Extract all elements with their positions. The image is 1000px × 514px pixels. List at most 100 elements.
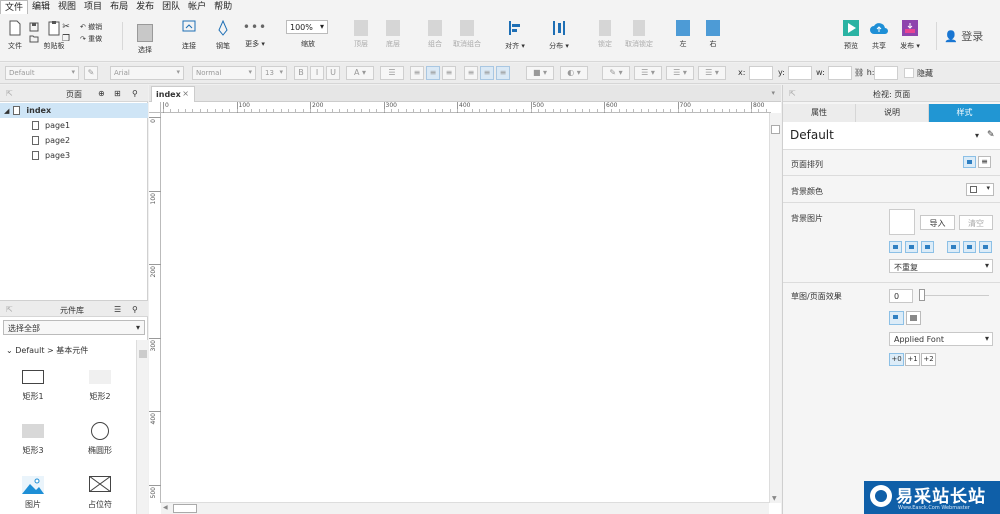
publish-button[interactable]: 发布 ▾ [898,20,922,51]
menu-account[interactable]: 帐户 [184,0,210,14]
login-button[interactable]: 👤 登录 [944,28,988,44]
bg-pos-top-left-button[interactable] [889,241,902,253]
h-input[interactable] [874,66,898,80]
menu-view[interactable]: 视图 [54,0,80,14]
file-button[interactable]: 文件 [6,20,24,51]
grayscale-mode-button[interactable] [906,311,921,325]
page-align-left-button[interactable] [963,156,976,168]
library-group-header[interactable]: ⌄ Default > 基本元件 [6,345,88,356]
lock-ratio-icon[interactable]: ⛓ [854,68,864,77]
search-icon[interactable]: ⚲ [132,305,138,314]
widget-rect2[interactable]: 矩形2 [70,370,130,402]
scroll-thumb[interactable] [771,125,780,134]
bg-pos-top-right-button[interactable] [921,241,934,253]
tab-properties[interactable]: 属性 [783,104,856,122]
align-button[interactable]: 对齐 ▾ [502,20,528,51]
text-color-button[interactable]: A ▾ [346,66,374,80]
arrow-style-button[interactable]: ☰ ▾ [698,66,726,80]
send-to-bottom-button[interactable]: 底层 [380,20,406,49]
bring-to-top-button[interactable]: 顶层 [348,20,374,49]
menu-icon[interactable]: ☰ [114,305,121,314]
import-button[interactable]: 导入 [920,215,955,230]
bg-pos-middle-left-button[interactable] [947,241,960,253]
unlock-button[interactable]: 取消锁定 [622,20,656,49]
line-style-button[interactable]: ☰ ▾ [666,66,694,80]
bg-pos-middle-center-button[interactable] [963,241,976,253]
cut-icon-button[interactable]: ✂ [60,22,72,32]
tab-index[interactable]: index × [151,86,195,102]
tab-style[interactable]: 样式 [929,104,1000,122]
canvas-area[interactable] [149,85,781,514]
bg-image-preview[interactable] [889,209,915,235]
page-item-page2[interactable]: page2 [0,133,148,148]
distribute-button[interactable]: 分布 ▾ [546,20,572,51]
line-width-button[interactable]: ☰ ▾ [634,66,662,80]
edit-style-icon[interactable]: ✎ [987,130,995,140]
scroll-thumb[interactable] [139,350,147,358]
valign-middle-button[interactable]: ≡ [480,66,494,80]
widget-rect1[interactable]: 矩形1 [3,370,63,402]
bg-color-picker[interactable]: ▾ [966,183,994,196]
close-icon[interactable]: × [182,89,189,98]
lock-button[interactable]: 锁定 [592,20,618,49]
y-input[interactable] [788,66,812,80]
menu-team[interactable]: 团队 [158,0,184,14]
underline-button[interactable]: U [326,66,340,80]
sketch-slider-track[interactable] [919,295,989,296]
undo-button[interactable]: ↶ 撤销 [80,22,108,32]
panel-dock-icon[interactable]: ⇱ [6,89,13,98]
italic-button[interactable]: I [310,66,324,80]
ungroup-button[interactable]: 取消组合 [450,20,484,49]
sketch-input[interactable]: 0 [889,289,913,303]
scroll-down-icon[interactable]: ▼ [772,495,777,502]
page-align-center-button[interactable]: ≡ [978,156,991,168]
line-color-button[interactable]: ✎ ▾ [602,66,630,80]
chevron-down-icon[interactable]: ▾ [975,131,979,140]
clear-button[interactable]: 清空 [959,215,993,230]
bg-pos-top-center-button[interactable] [905,241,918,253]
bold-button[interactable]: B [294,66,308,80]
valign-top-button[interactable]: ≡ [464,66,478,80]
panel-dock-icon[interactable]: ⇱ [789,89,796,98]
repeat-select[interactable]: 不重复 ▾ [889,259,993,273]
shadow-button[interactable]: ◐ ▾ [560,66,588,80]
group-button[interactable]: 组合 [422,20,448,49]
hidden-checkbox[interactable] [904,68,914,78]
expand-triangle-icon[interactable]: ◢ [4,107,9,115]
widget-rect3[interactable]: 矩形3 [3,424,63,456]
redo-button[interactable]: ↷ 重做 [80,34,108,44]
edit-style-button[interactable]: ✎ [84,66,98,80]
more-tools-button[interactable]: ••• 更多 ▾ [242,20,268,49]
left-button[interactable]: 左 [674,20,692,49]
page-item-index[interactable]: ◢ index [0,103,148,118]
bg-pos-bottom-button[interactable] [979,241,992,253]
zoom-select[interactable]: 100% ▾ [286,20,328,34]
menu-help[interactable]: 帮助 [210,0,236,14]
library-select[interactable]: 选择全部 ▾ [3,320,145,335]
connect-tool[interactable]: 连接 [176,20,202,51]
widget-placeholder[interactable]: 占位符 [70,476,130,510]
menu-publish[interactable]: 发布 [132,0,158,14]
scroll-left-icon[interactable]: ◀ [163,504,168,511]
add-page-icon[interactable]: ⊕ [98,89,105,98]
menu-file[interactable]: 文件 [0,0,29,14]
font-adjust-1-button[interactable]: +1 [905,353,920,366]
style-select[interactable]: Default [5,66,79,80]
font-adjust-0-button[interactable]: +0 [889,353,904,366]
applied-font-select[interactable]: Applied Font ▾ [889,332,993,346]
preview-button[interactable]: 预览 [840,20,862,51]
share-button[interactable]: 共享 [868,20,890,51]
align-text-center-button[interactable]: ≡ [426,66,440,80]
x-input[interactable] [749,66,773,80]
w-input[interactable] [828,66,852,80]
page-item-page3[interactable]: page3 [0,148,148,163]
color-mode-button[interactable] [889,311,904,325]
menu-edit[interactable]: 编辑 [28,0,54,14]
right-button[interactable]: 右 [704,20,722,49]
page-item-page1[interactable]: page1 [0,118,148,133]
panel-dock-icon[interactable]: ⇱ [6,305,13,314]
font-weight-select[interactable]: Normal [192,66,256,80]
tab-notes[interactable]: 说明 [856,104,929,122]
widget-image[interactable]: 图片 [3,476,63,510]
scroll-thumb[interactable] [173,504,197,513]
